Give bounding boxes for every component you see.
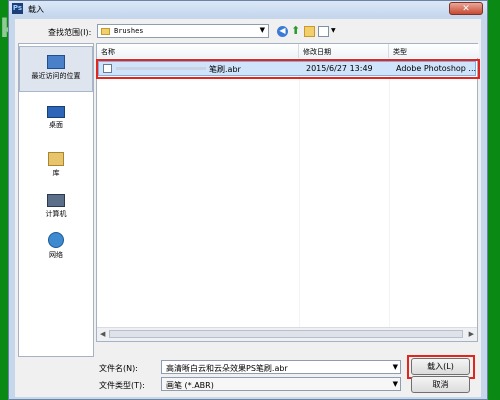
look-in-combo[interactable]: Brushes ▼ (97, 24, 269, 38)
scroll-left-icon[interactable]: ◀ (100, 330, 105, 338)
window-title: 载入 (28, 5, 44, 14)
chevron-down-icon[interactable]: ▼ (260, 26, 265, 34)
column-header-name[interactable]: 名称 (97, 44, 299, 58)
column-header-type[interactable]: 类型 (389, 44, 479, 58)
highlight-frame (96, 59, 480, 79)
file-list[interactable]: 名称 修改日期 类型 笔刷.abr 2015/6/27 13:49 Adobe … (96, 43, 480, 342)
dialog-body: 查找范围(I): Brushes ▼ ◀ ⬆ ▼ 最近访问的位置 桌面 库 计算… (15, 19, 481, 397)
open-dialog: Ps 载入 ✕ 查找范围(I): Brushes ▼ ◀ ⬆ ▼ 最近访问的位置… (8, 0, 488, 400)
library-icon (48, 152, 64, 166)
filetype-select[interactable]: 画笔 (*.ABR) ▼ (161, 377, 401, 391)
chevron-down-icon[interactable]: ▼ (393, 380, 398, 388)
sidebar-item-desktop[interactable]: 桌面 (19, 106, 93, 130)
places-bar: 最近访问的位置 桌面 库 计算机 网络 (18, 43, 94, 357)
cancel-button[interactable]: 取消 (411, 376, 470, 393)
sidebar-item-label: 桌面 (49, 121, 63, 129)
filename-input[interactable]: 高清晰白云和云朵效果PS笔刷.abr ▼ (161, 360, 401, 374)
sidebar-item-label: 库 (52, 169, 60, 177)
view-menu-chevron-icon[interactable]: ▼ (331, 27, 336, 34)
column-header-date[interactable]: 修改日期 (299, 44, 389, 58)
sidebar-item-computer[interactable]: 计算机 (19, 194, 93, 219)
filetype-value: 画笔 (*.ABR) (166, 381, 214, 390)
filetype-label: 文件类型(T): (99, 381, 145, 390)
filename-value: 高清晰白云和云朵效果PS笔刷.abr (166, 364, 288, 373)
title-bar: Ps 载入 ✕ (9, 1, 487, 17)
column-divider (299, 58, 300, 328)
filename-label: 文件名(N): (99, 364, 138, 373)
network-icon (48, 232, 64, 248)
folder-icon (101, 28, 110, 35)
chevron-down-icon[interactable]: ▼ (393, 363, 398, 371)
sidebar-item-network[interactable]: 网络 (19, 232, 93, 260)
view-menu-icon[interactable] (318, 26, 329, 37)
up-folder-icon[interactable]: ⬆ (291, 25, 302, 37)
scroll-right-icon[interactable]: ▶ (469, 330, 474, 338)
sidebar-item-label: 计算机 (45, 210, 67, 218)
look-in-label: 查找范围(I): (48, 28, 92, 37)
photoshop-icon: Ps (12, 3, 23, 14)
sidebar-item-library[interactable]: 库 (19, 152, 93, 178)
new-folder-icon[interactable] (304, 26, 315, 37)
look-in-value: Brushes (114, 27, 144, 35)
back-icon[interactable]: ◀ (277, 26, 288, 37)
scroll-thumb[interactable] (109, 330, 463, 338)
sidebar-item-label: 网络 (49, 251, 63, 259)
horizontal-scrollbar[interactable]: ◀ ▶ (97, 327, 477, 341)
column-divider (389, 58, 390, 328)
close-button[interactable]: ✕ (449, 2, 483, 15)
recent-places-icon (47, 55, 65, 69)
computer-icon (47, 194, 65, 207)
sidebar-item-label: 最近访问的位置 (31, 72, 81, 80)
desktop-icon (47, 106, 65, 118)
sidebar-item-recent[interactable]: 最近访问的位置 (19, 46, 93, 92)
